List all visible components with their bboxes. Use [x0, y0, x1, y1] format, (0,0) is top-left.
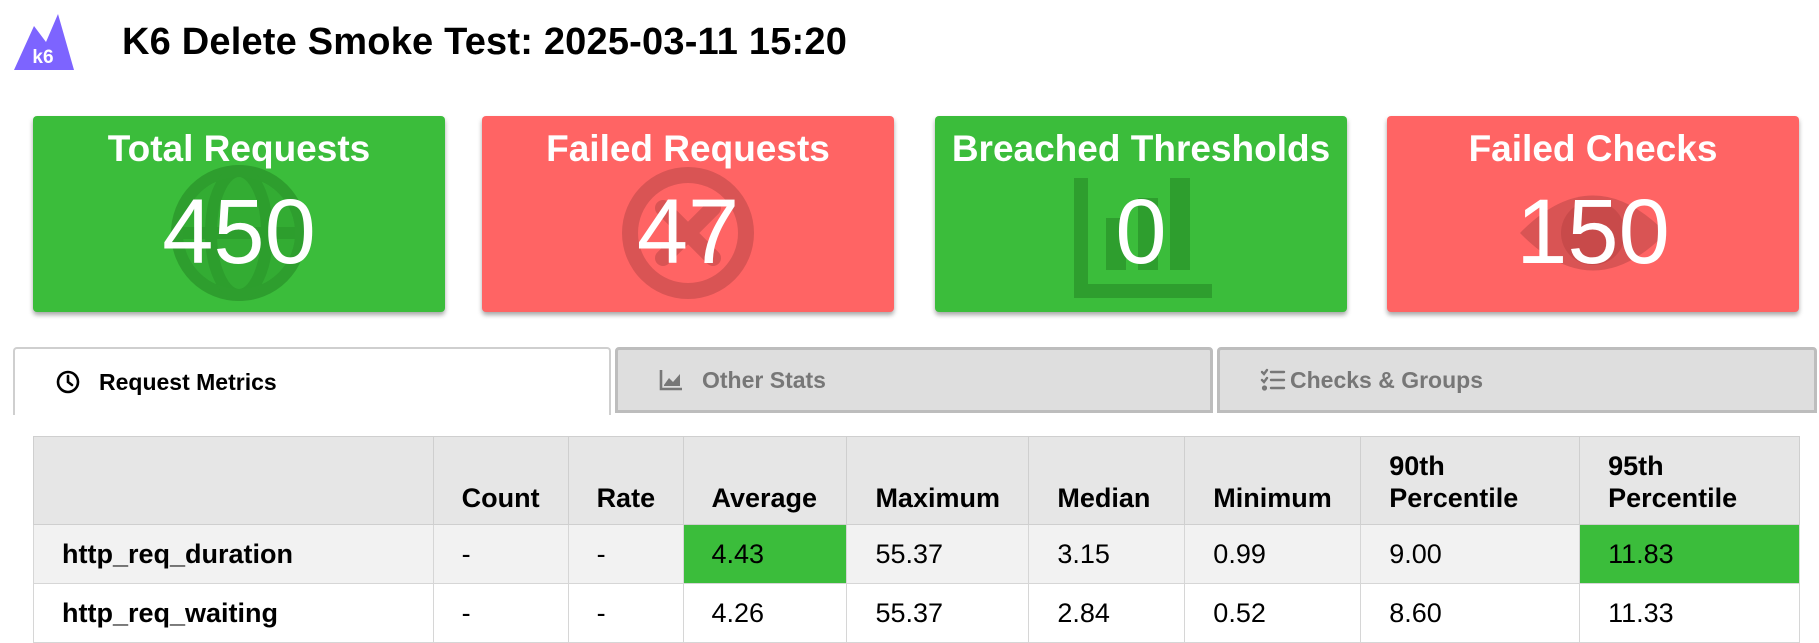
table-cell: 55.37 [846, 524, 1030, 584]
tab-label: Request Metrics [99, 368, 277, 395]
card-label: Total Requests [107, 128, 371, 169]
report-header: k6 K6 Delete Smoke Test: 2025-03-11 15:2… [12, 12, 847, 72]
tab-checks-groups[interactable]: Checks & Groups [1217, 347, 1817, 413]
column-header: Median [1028, 436, 1186, 525]
table-cell: 11.33 [1579, 583, 1800, 643]
table-row: http_req_duration - - 4.43 55.37 3.15 0.… [33, 524, 1800, 584]
tab-label: Other Stats [702, 366, 826, 393]
column-header: 95th Percentile [1579, 436, 1800, 525]
column-header: Average [682, 436, 848, 525]
table-cell: 4.26 [682, 583, 848, 643]
table-row: http_req_waiting - - 4.26 55.37 2.84 0.5… [33, 583, 1800, 643]
table-cell: 0.99 [1184, 524, 1362, 584]
card-failed-checks: Failed Checks 150 [1387, 116, 1799, 312]
column-header: Maximum [846, 436, 1030, 525]
card-failed-requests: Failed Requests 47 [482, 116, 894, 312]
table-cell: 2.84 [1028, 583, 1186, 643]
tab-label: Checks & Groups [1290, 366, 1483, 393]
column-header [33, 436, 434, 525]
table-cell: - [432, 583, 569, 643]
column-header: 90th Percentile [1360, 436, 1581, 525]
table-cell-highlighted: 4.43 [682, 524, 848, 584]
card-value: 0 [1115, 181, 1167, 283]
k6-logo: k6 [14, 14, 74, 70]
table-cell-highlighted: 11.83 [1579, 524, 1800, 584]
card-label: Failed Requests [546, 128, 830, 169]
column-header: Minimum [1184, 436, 1362, 525]
card-value: 450 [162, 181, 316, 283]
page-title: K6 Delete Smoke Test: 2025-03-11 15:20 [122, 20, 848, 63]
card-label: Breached Thresholds [951, 128, 1331, 169]
request-metrics-table: Count Rate Average Maximum Median Minimu… [33, 436, 1800, 643]
column-header: Rate [567, 436, 684, 525]
card-value: 150 [1516, 181, 1670, 283]
table-cell: 8.60 [1360, 583, 1581, 643]
tasks-icon [1260, 368, 1286, 391]
table-cell: 3.15 [1028, 524, 1186, 584]
tab-request-metrics[interactable]: Request Metrics [13, 347, 611, 415]
tab-other-stats[interactable]: Other Stats [615, 347, 1213, 413]
metric-name: http_req_waiting [33, 583, 434, 643]
card-value: 47 [636, 181, 740, 283]
card-total-requests: Total Requests 450 [33, 116, 445, 312]
area-chart-icon [659, 370, 682, 391]
column-header: Count [432, 436, 569, 525]
metric-name: http_req_duration [33, 524, 434, 584]
table-cell: - [567, 524, 684, 584]
table-header-row: Count Rate Average Maximum Median Minimu… [33, 436, 1800, 525]
clock-icon [56, 370, 80, 394]
table-cell: 9.00 [1360, 524, 1581, 584]
table-cell: 55.37 [846, 583, 1030, 643]
card-label: Failed Checks [1468, 128, 1718, 169]
table-cell: - [567, 583, 684, 643]
table-cell: 0.52 [1184, 583, 1362, 643]
tab-bar: Request Metrics Other Stats Checks & Gro… [13, 347, 1817, 415]
table-cell: - [432, 524, 569, 584]
card-breached-thresholds: Breached Thresholds 0 [935, 116, 1347, 312]
k6-logo-text: k6 [32, 47, 53, 68]
